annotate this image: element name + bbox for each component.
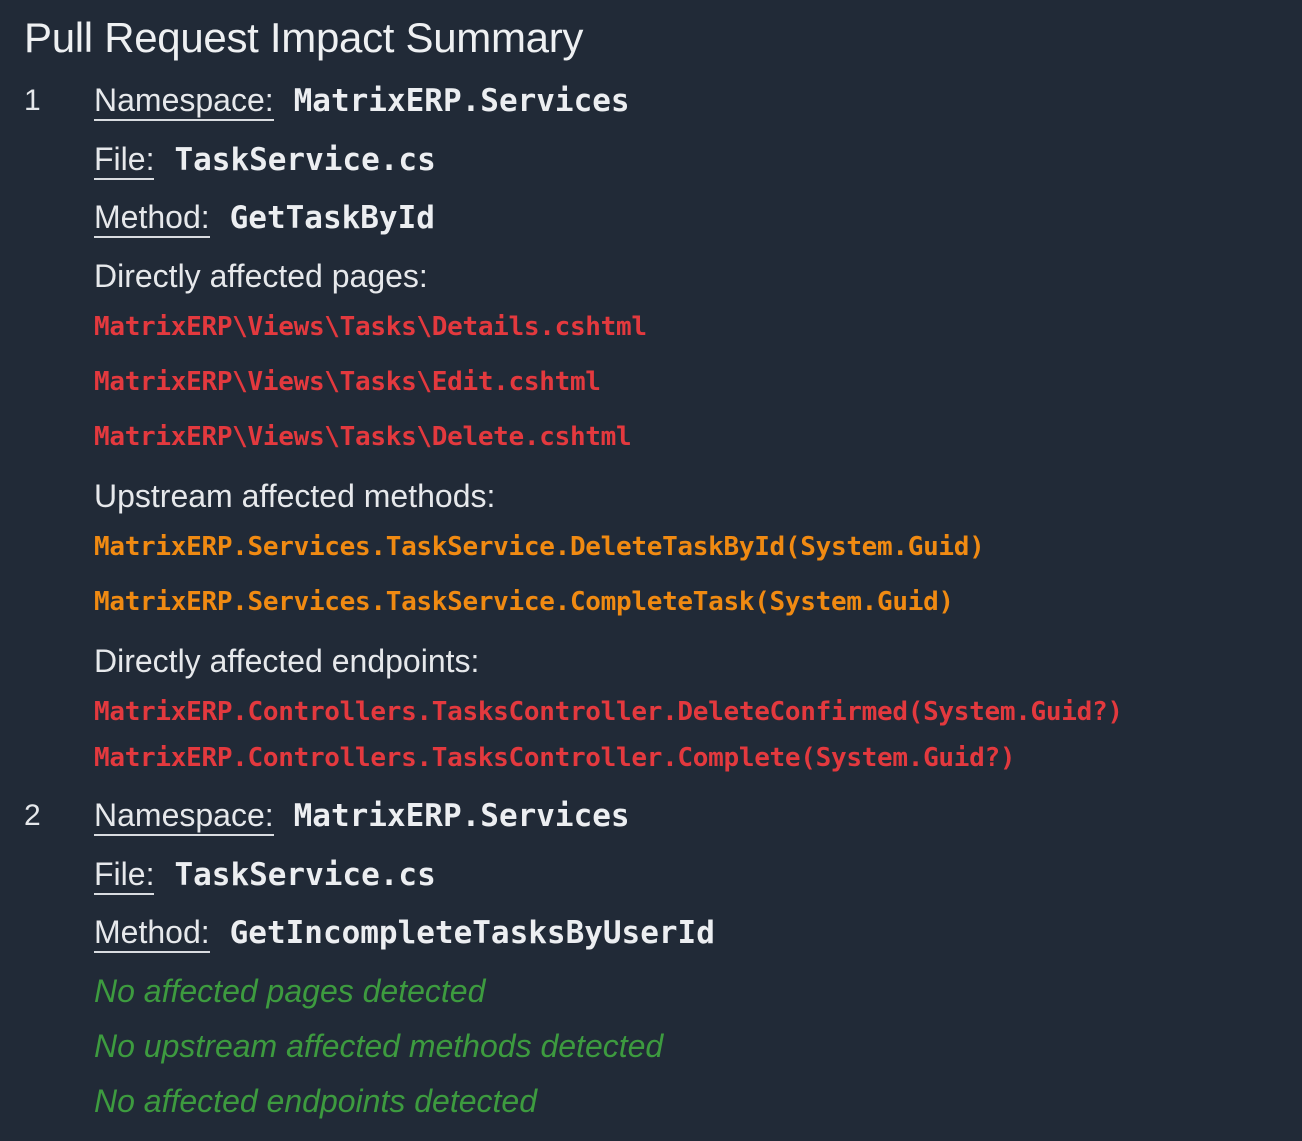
affected-page-link[interactable]: MatrixERP\Views\Tasks\Details.cshtml xyxy=(94,312,647,342)
file-value: TaskService.cs xyxy=(174,142,436,178)
namespace-row: Namespace: MatrixERP.Services xyxy=(94,797,630,836)
entry-number: 2 xyxy=(24,799,41,832)
upstream-method-link[interactable]: MatrixERP.Services.TaskService.DeleteTas… xyxy=(94,532,985,562)
namespace-value: MatrixERP.Services xyxy=(293,798,630,834)
method-value: GetTaskById xyxy=(229,200,435,236)
pages-header: Directly affected pages: xyxy=(94,258,428,294)
methods-header: Upstream affected methods: xyxy=(94,478,496,514)
namespace-label: Namespace: xyxy=(94,797,274,836)
namespace-row: Namespace: MatrixERP.Services xyxy=(94,82,630,121)
file-label: File: xyxy=(94,141,155,180)
entry-number: 1 xyxy=(24,84,41,117)
method-value: GetIncompleteTasksByUserId xyxy=(229,915,715,951)
upstream-method-link[interactable]: MatrixERP.Services.TaskService.CompleteT… xyxy=(94,587,954,617)
affected-endpoint-link[interactable]: MatrixERP.Controllers.TasksController.De… xyxy=(94,697,1123,727)
file-value: TaskService.cs xyxy=(174,857,436,893)
file-label: File: xyxy=(94,856,155,895)
file-row: File: TaskService.cs xyxy=(94,856,436,895)
affected-endpoint-link[interactable]: MatrixERP.Controllers.TasksController.Co… xyxy=(94,743,1016,773)
no-methods-message: No upstream affected methods detected xyxy=(94,1028,664,1064)
affected-page-link[interactable]: MatrixERP\Views\Tasks\Delete.cshtml xyxy=(94,422,632,452)
page-title: Pull Request Impact Summary xyxy=(24,14,584,61)
namespace-value: MatrixERP.Services xyxy=(293,83,630,119)
no-endpoints-message: No affected endpoints detected xyxy=(94,1083,537,1119)
endpoints-header: Directly affected endpoints: xyxy=(94,643,480,679)
method-row: Method: GetIncompleteTasksByUserId xyxy=(94,914,715,953)
method-label: Method: xyxy=(94,199,210,238)
namespace-label: Namespace: xyxy=(94,82,274,121)
affected-page-link[interactable]: MatrixERP\Views\Tasks\Edit.cshtml xyxy=(94,367,601,397)
no-pages-message: No affected pages detected xyxy=(94,973,486,1009)
method-row: Method: GetTaskById xyxy=(94,199,435,238)
method-label: Method: xyxy=(94,914,210,953)
file-row: File: TaskService.cs xyxy=(94,141,436,180)
